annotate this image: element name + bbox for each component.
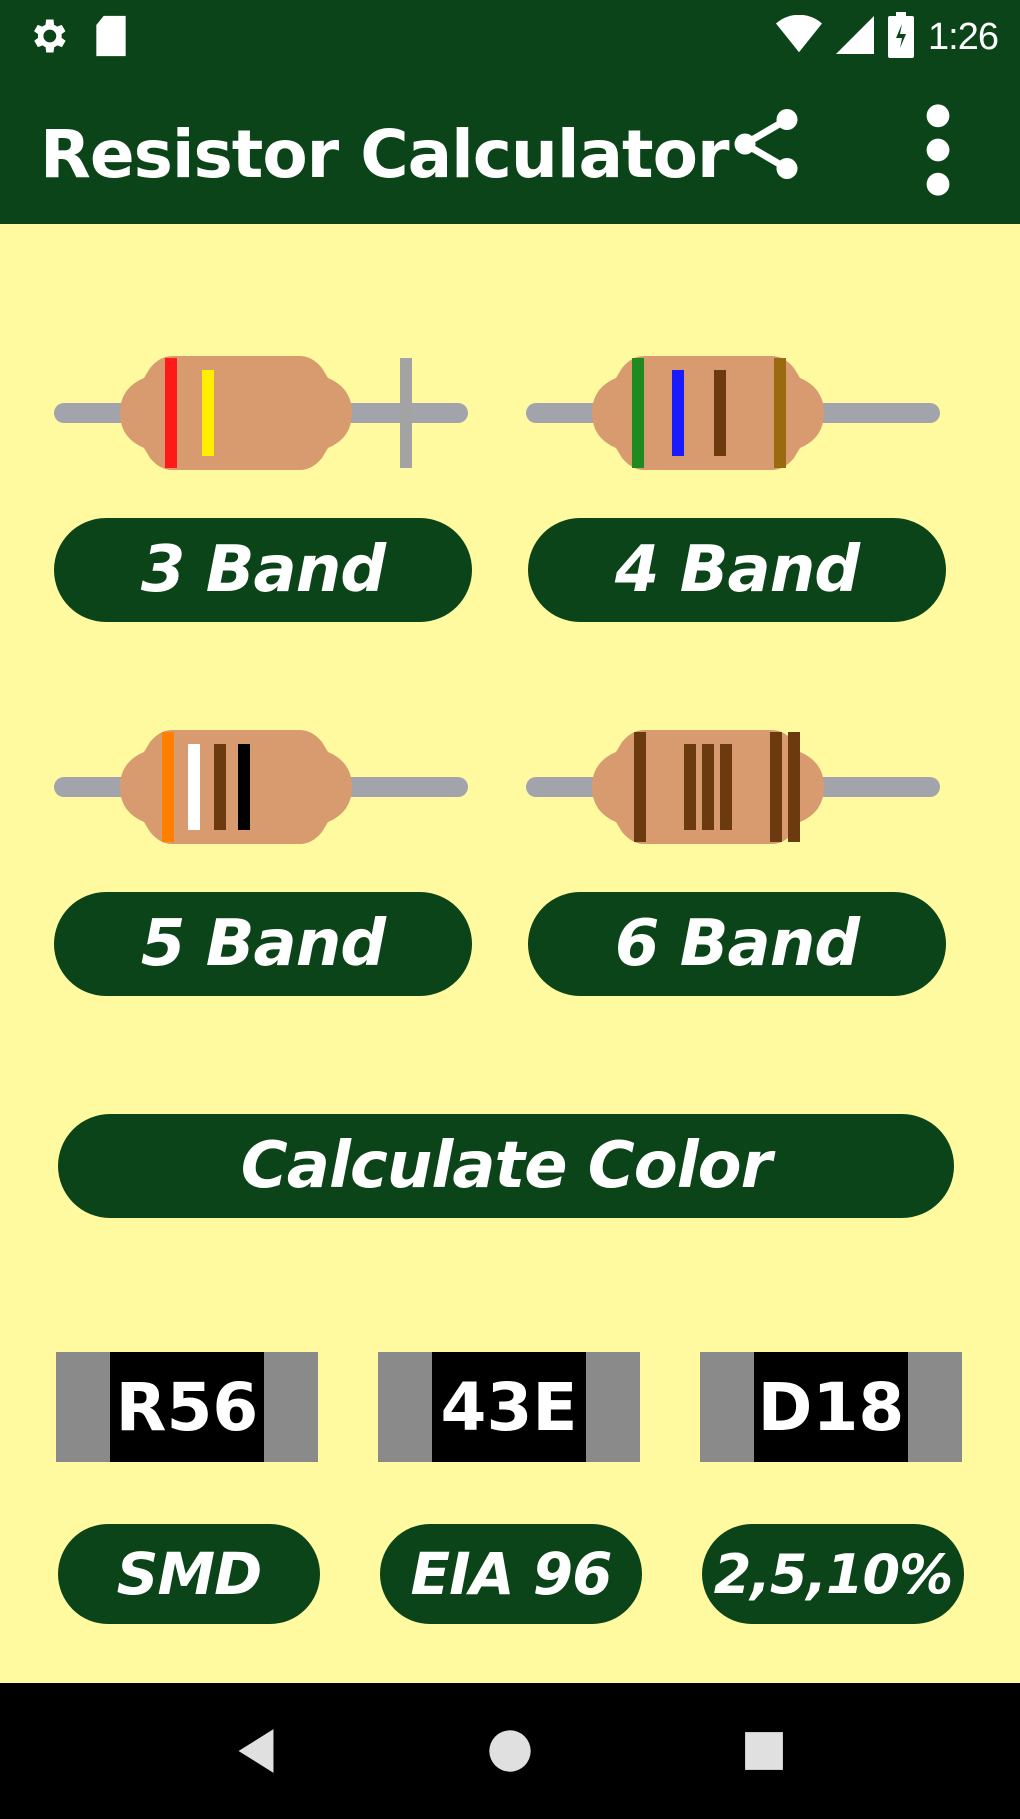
color-band	[634, 732, 646, 842]
color-band	[632, 358, 644, 468]
color-band	[238, 744, 250, 830]
smd-code: R56	[110, 1352, 264, 1462]
color-band	[400, 358, 412, 468]
color-band	[720, 744, 732, 830]
calculate-color-button[interactable]: Calculate Color	[58, 1114, 954, 1218]
wifi-icon	[776, 14, 823, 60]
resistor-4-band-image[interactable]	[524, 348, 944, 478]
resistor-3-band-image[interactable]	[52, 348, 472, 478]
color-band	[672, 370, 684, 456]
resistor-body	[120, 356, 352, 470]
navigation-bar	[0, 1683, 1020, 1819]
status-bar: 1:26	[0, 0, 1020, 72]
color-band	[214, 744, 226, 830]
app-bar: Resistor Calculator	[0, 72, 1020, 224]
color-band	[684, 744, 696, 830]
battery-icon	[888, 12, 915, 63]
resistor-5-band-image[interactable]	[52, 722, 472, 852]
four-band-button[interactable]: 4 Band	[528, 518, 946, 622]
more-vert-icon[interactable]	[908, 102, 968, 198]
tolerance-button[interactable]: 2,5,10%	[702, 1524, 964, 1624]
signal-icon	[836, 15, 875, 60]
six-band-button[interactable]: 6 Band	[528, 892, 946, 996]
smd-button[interactable]: SMD	[58, 1524, 320, 1624]
settings-icon	[26, 14, 70, 63]
color-band	[162, 732, 174, 842]
color-band	[714, 370, 726, 456]
color-band	[774, 358, 786, 468]
resistor-body	[120, 730, 352, 844]
eia96-button[interactable]: EIA 96	[380, 1524, 642, 1624]
share-icon[interactable]	[724, 102, 808, 186]
resistor-body	[592, 356, 824, 470]
eia96-code: 43E	[432, 1352, 586, 1462]
tolerance-chip-image[interactable]: D18	[700, 1352, 962, 1462]
color-band	[770, 732, 782, 842]
smd-chip-image[interactable]: R56	[56, 1352, 318, 1462]
home-icon[interactable]	[474, 1715, 546, 1787]
color-band	[165, 358, 177, 468]
color-band	[702, 744, 714, 830]
back-icon[interactable]	[220, 1715, 292, 1787]
color-band	[188, 744, 200, 830]
sd-card-icon	[92, 14, 130, 63]
five-band-button[interactable]: 5 Band	[54, 892, 472, 996]
status-time: 1:26	[928, 16, 999, 58]
app-title: Resistor Calculator	[40, 116, 730, 193]
tolerance-code: D18	[754, 1352, 908, 1462]
three-band-button[interactable]: 3 Band	[54, 518, 472, 622]
eia96-chip-image[interactable]: 43E	[378, 1352, 640, 1462]
resistor-6-band-image[interactable]	[524, 722, 944, 852]
recents-icon[interactable]	[728, 1715, 800, 1787]
color-band	[202, 370, 214, 456]
color-band	[788, 732, 800, 842]
